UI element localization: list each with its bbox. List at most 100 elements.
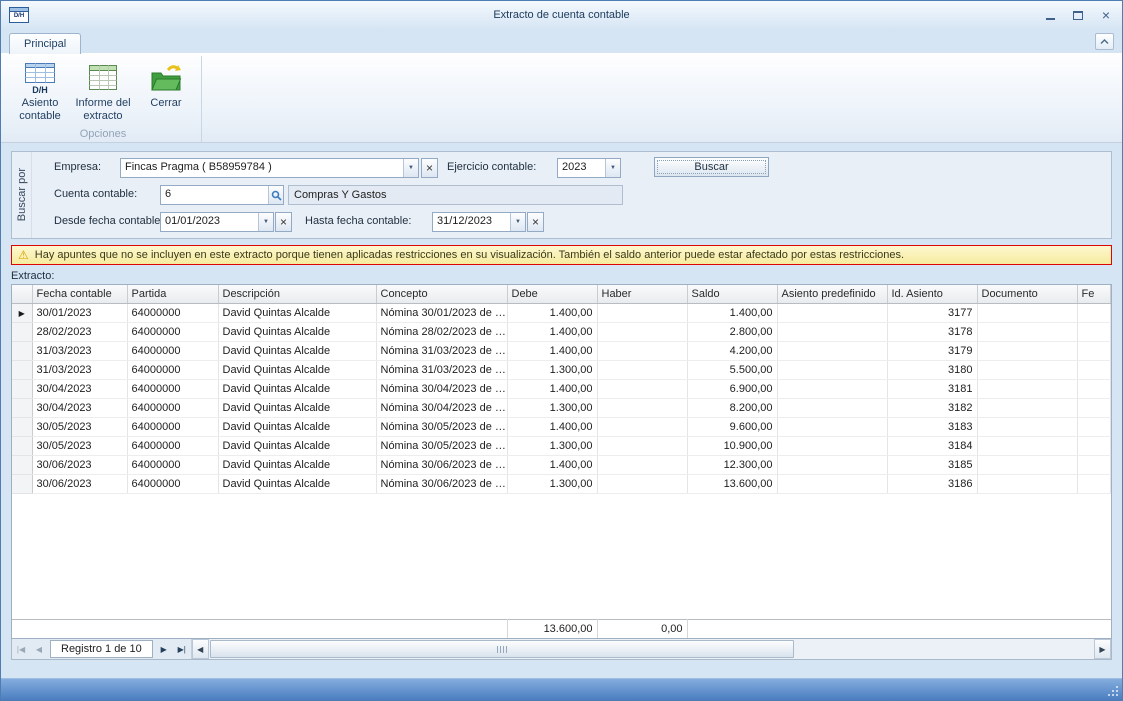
scrollbar-thumb[interactable] <box>210 640 794 658</box>
hasta-clear-button[interactable]: × <box>527 212 544 232</box>
cell[interactable] <box>597 475 687 494</box>
cell[interactable] <box>597 304 687 323</box>
cell[interactable]: 1.400,00 <box>507 342 597 361</box>
cell[interactable]: David Quintas Alcalde <box>218 399 376 418</box>
cell[interactable]: 3180 <box>887 361 977 380</box>
cell[interactable]: 28/02/2023 <box>32 323 127 342</box>
cell[interactable]: 3184 <box>887 437 977 456</box>
cell[interactable] <box>597 456 687 475</box>
resize-grip-icon[interactable] <box>1116 694 1118 696</box>
cell[interactable]: 1.400,00 <box>507 456 597 475</box>
cell[interactable] <box>597 380 687 399</box>
cell[interactable] <box>977 304 1077 323</box>
cell[interactable] <box>977 361 1077 380</box>
cell[interactable]: 13.600,00 <box>687 475 777 494</box>
cell[interactable]: 30/05/2023 <box>32 437 127 456</box>
cell[interactable]: 1.400,00 <box>687 304 777 323</box>
cell[interactable]: 5.500,00 <box>687 361 777 380</box>
cell[interactable]: 12.300,00 <box>687 456 777 475</box>
cell[interactable] <box>1077 380 1111 399</box>
buscar-button[interactable]: Buscar <box>654 157 769 177</box>
cell[interactable]: 64000000 <box>127 323 218 342</box>
table-row[interactable]: 30/05/202364000000David Quintas AlcaldeN… <box>12 437 1111 456</box>
cell[interactable] <box>1077 475 1111 494</box>
cell[interactable]: 64000000 <box>127 418 218 437</box>
cell[interactable] <box>777 323 887 342</box>
asiento-contable-button[interactable]: D/H Asiento contable <box>11 58 69 126</box>
cell[interactable]: 6.900,00 <box>687 380 777 399</box>
cell[interactable] <box>777 361 887 380</box>
cell[interactable] <box>1077 456 1111 475</box>
cell[interactable]: Nómina 31/03/2023 de … <box>376 342 507 361</box>
nav-first-button[interactable]: |◀ <box>12 639 30 659</box>
cell[interactable]: Nómina 31/03/2023 de … <box>376 361 507 380</box>
cell[interactable]: 3182 <box>887 399 977 418</box>
scrollbar-track[interactable] <box>209 639 1094 659</box>
cell[interactable] <box>977 418 1077 437</box>
chevron-down-icon[interactable]: ▼ <box>510 213 525 231</box>
cell[interactable]: 64000000 <box>127 304 218 323</box>
empresa-clear-button[interactable]: × <box>421 158 438 178</box>
ejercicio-combo[interactable]: 2023 ▼ <box>557 158 621 178</box>
cuenta-contable-input[interactable]: 6 <box>160 185 284 205</box>
cell[interactable] <box>777 456 887 475</box>
cell[interactable]: 30/04/2023 <box>32 399 127 418</box>
cell[interactable] <box>597 342 687 361</box>
cell[interactable] <box>777 475 887 494</box>
cell[interactable] <box>977 475 1077 494</box>
cell[interactable] <box>1077 323 1111 342</box>
horizontal-scrollbar[interactable]: ◀ ▶ <box>191 639 1111 659</box>
cell[interactable]: 3177 <box>887 304 977 323</box>
cell[interactable]: Nómina 30/06/2023 de … <box>376 456 507 475</box>
cell[interactable] <box>977 342 1077 361</box>
cell[interactable]: David Quintas Alcalde <box>218 456 376 475</box>
informe-extracto-button[interactable]: Informe del extracto <box>74 58 132 126</box>
cell[interactable] <box>777 418 887 437</box>
cell[interactable]: 3179 <box>887 342 977 361</box>
cell[interactable]: 3186 <box>887 475 977 494</box>
cell[interactable]: 9.600,00 <box>687 418 777 437</box>
cell[interactable] <box>777 342 887 361</box>
cell[interactable] <box>977 456 1077 475</box>
table-row[interactable]: 30/04/202364000000David Quintas AlcaldeN… <box>12 380 1111 399</box>
cell[interactable] <box>1077 399 1111 418</box>
column-header[interactable]: Haber <box>597 285 687 304</box>
cell[interactable]: David Quintas Alcalde <box>218 475 376 494</box>
cell[interactable]: 64000000 <box>127 399 218 418</box>
cell[interactable]: 30/04/2023 <box>32 380 127 399</box>
cell[interactable] <box>1077 304 1111 323</box>
cell[interactable] <box>1077 418 1111 437</box>
table-row[interactable]: 31/03/202364000000David Quintas AlcaldeN… <box>12 342 1111 361</box>
hasta-fecha-combo[interactable]: 31/12/2023 ▼ <box>432 212 526 232</box>
cell[interactable] <box>977 323 1077 342</box>
cell[interactable]: 1.300,00 <box>507 399 597 418</box>
cell[interactable]: 64000000 <box>127 380 218 399</box>
column-header[interactable]: Asiento predefinido <box>777 285 887 304</box>
chevron-down-icon[interactable]: ▼ <box>605 159 620 177</box>
nav-last-button[interactable]: ▶| <box>173 639 191 659</box>
cell[interactable]: 10.900,00 <box>687 437 777 456</box>
cell[interactable]: 3185 <box>887 456 977 475</box>
cell[interactable] <box>1077 342 1111 361</box>
cell[interactable]: David Quintas Alcalde <box>218 380 376 399</box>
cell[interactable]: 1.300,00 <box>507 361 597 380</box>
cell[interactable]: Nómina 30/01/2023 de … <box>376 304 507 323</box>
cell[interactable]: 64000000 <box>127 437 218 456</box>
cell[interactable]: Nómina 30/04/2023 de … <box>376 399 507 418</box>
chevron-down-icon[interactable]: ▼ <box>258 213 273 231</box>
column-header[interactable]: Descripción <box>218 285 376 304</box>
nav-prev-button[interactable]: ◀ <box>30 639 48 659</box>
cell[interactable]: 31/03/2023 <box>32 342 127 361</box>
cell[interactable]: 30/05/2023 <box>32 418 127 437</box>
cell[interactable]: Nómina 30/04/2023 de … <box>376 380 507 399</box>
cell[interactable] <box>1077 361 1111 380</box>
cell[interactable] <box>597 418 687 437</box>
cell[interactable]: 3178 <box>887 323 977 342</box>
column-header[interactable]: Documento <box>977 285 1077 304</box>
cell[interactable]: Nómina 30/05/2023 de … <box>376 418 507 437</box>
column-header[interactable]: Debe <box>507 285 597 304</box>
desde-clear-button[interactable]: × <box>275 212 292 232</box>
cell[interactable]: 3183 <box>887 418 977 437</box>
cell[interactable]: David Quintas Alcalde <box>218 361 376 380</box>
cell[interactable] <box>597 437 687 456</box>
